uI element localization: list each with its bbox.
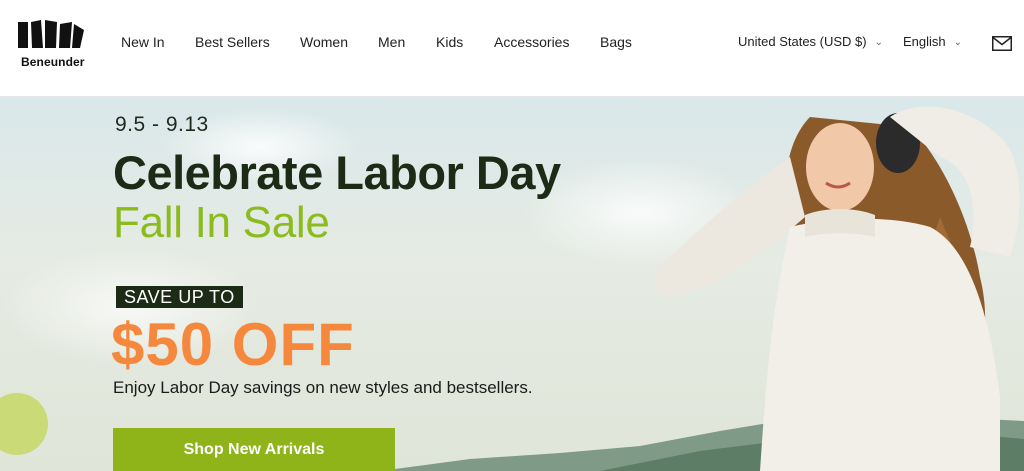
mail-icon[interactable] — [992, 36, 1012, 51]
nav-item-new-in[interactable]: New In — [121, 34, 165, 50]
chevron-down-icon: ⌄ — [874, 37, 883, 48]
model-image — [654, 106, 1020, 471]
language-selector[interactable]: English ⌄ — [903, 34, 962, 49]
brand-logo-mark — [18, 20, 84, 48]
offer-amount: $50 OFF — [111, 311, 355, 378]
nav-item-best-sellers[interactable]: Best Sellers — [195, 34, 270, 50]
hero-headline: Celebrate Labor Day — [113, 146, 561, 199]
brand-logo[interactable]: Beneunder — [16, 20, 86, 70]
save-badge: SAVE UP TO — [116, 286, 243, 308]
nav-item-women[interactable]: Women — [300, 34, 348, 50]
nav-item-bags[interactable]: Bags — [600, 34, 632, 50]
chevron-down-icon: ⌄ — [953, 37, 963, 48]
region-selector[interactable]: United States (USD $) ⌄ — [738, 34, 883, 49]
shop-new-arrivals-button[interactable]: Shop New Arrivals — [113, 428, 395, 471]
site-header: Beneunder New In Best Sellers Women Men … — [0, 0, 1024, 97]
language-label: English — [903, 34, 946, 49]
nav-item-accessories[interactable]: Accessories — [494, 34, 569, 50]
sale-date-range: 9.5 - 9.13 — [115, 113, 209, 136]
region-label: United States (USD $) — [738, 34, 867, 49]
nav-item-men[interactable]: Men — [378, 34, 405, 50]
brand-name: Beneunder — [21, 55, 85, 69]
hero-description: Enjoy Labor Day savings on new styles an… — [113, 378, 533, 397]
hero-subline: Fall In Sale — [113, 198, 330, 247]
nav-item-kids[interactable]: Kids — [436, 34, 463, 50]
hero-banner: 9.5 - 9.13 Celebrate Labor Day Fall In S… — [0, 97, 1024, 471]
